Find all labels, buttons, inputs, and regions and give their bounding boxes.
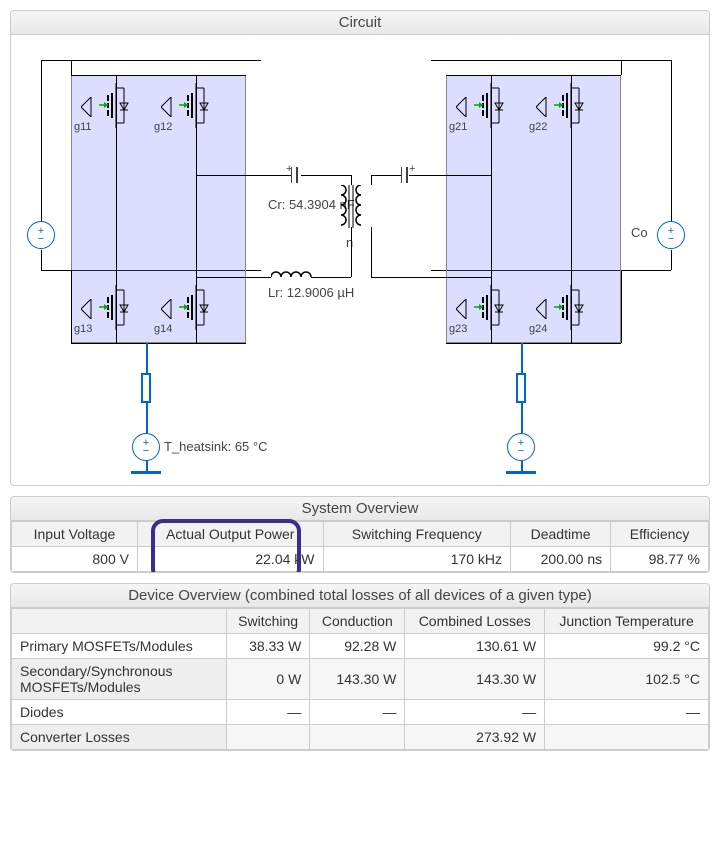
gate-label-g21: g21 bbox=[449, 121, 467, 133]
heatsink-source-right: +− bbox=[507, 433, 535, 461]
system-value-output-power: 22.04 kW bbox=[137, 547, 323, 572]
dc-source-left: +− bbox=[27, 221, 55, 249]
system-overview-panel: System Overview Input Voltage Actual Out… bbox=[10, 496, 710, 573]
system-header-output-power: Actual Output Power bbox=[137, 522, 323, 547]
gate-label-g24: g24 bbox=[529, 323, 547, 335]
device-row-converter-junction bbox=[545, 725, 709, 750]
device-row-primary-label: Primary MOSFETs/Modules bbox=[12, 634, 227, 659]
gate-label-g23: g23 bbox=[449, 323, 467, 335]
mosfet-g23 bbox=[471, 285, 516, 330]
device-row-diodes-junction: — bbox=[545, 700, 709, 725]
device-row-secondary-label: Secondary/Synchronous MOSFETs/Modules bbox=[12, 659, 227, 700]
transformer-icon bbox=[336, 185, 366, 230]
device-overview-panel: Device Overview (combined total losses o… bbox=[10, 583, 710, 751]
heatsink-temp-label: T_heatsink: 65 °C bbox=[164, 439, 267, 454]
mosfet-g12 bbox=[176, 83, 221, 128]
device-row-secondary-junction: 102.5 °C bbox=[545, 659, 709, 700]
device-row-diodes-switching: — bbox=[227, 700, 310, 725]
gate-label-g13: g13 bbox=[74, 323, 92, 335]
system-header-input-voltage: Input Voltage bbox=[12, 522, 138, 547]
device-row-diodes-label: Diodes bbox=[12, 700, 227, 725]
gate-driver-icon bbox=[161, 299, 173, 319]
gate-driver-icon bbox=[81, 299, 93, 319]
gate-driver-icon bbox=[536, 97, 548, 117]
device-row-converter-switching bbox=[227, 725, 310, 750]
gate-label-g12: g12 bbox=[154, 121, 172, 133]
device-row-diodes-conduction: — bbox=[310, 700, 405, 725]
output-cap-label: Co bbox=[631, 225, 648, 240]
system-header-efficiency: Efficiency bbox=[611, 522, 709, 547]
device-header-combined: Combined Losses bbox=[405, 609, 545, 634]
device-header-switching: Switching bbox=[227, 609, 310, 634]
thermal-resistor-right bbox=[516, 373, 526, 403]
gate-label-g11: g11 bbox=[74, 121, 92, 133]
device-row-secondary-combined: 143.30 W bbox=[405, 659, 545, 700]
system-header-switching-freq: Switching Frequency bbox=[323, 522, 510, 547]
gate-driver-icon bbox=[536, 299, 548, 319]
system-value-switching-freq: 170 kHz bbox=[323, 547, 510, 572]
inductor-label-lr: Lr: 12.9006 µH bbox=[268, 285, 354, 300]
mosfet-g14 bbox=[176, 285, 221, 330]
system-value-deadtime: 200.00 ns bbox=[510, 547, 610, 572]
device-row-converter-combined: 273.92 W bbox=[405, 725, 545, 750]
system-header-deadtime: Deadtime bbox=[510, 522, 610, 547]
mosfet-g24 bbox=[551, 285, 596, 330]
inductor-lr bbox=[271, 269, 316, 283]
thermal-resistor-left bbox=[141, 373, 151, 403]
circuit-panel: Circuit +− +− Co bbox=[10, 10, 710, 486]
mosfet-g11 bbox=[96, 83, 141, 128]
device-row-converter-label: Converter Losses bbox=[12, 725, 227, 750]
system-overview-title: System Overview bbox=[11, 497, 709, 521]
device-row-secondary-switching: 0 W bbox=[227, 659, 310, 700]
device-row-diodes-combined: — bbox=[405, 700, 545, 725]
system-value-input-voltage: 800 V bbox=[12, 547, 138, 572]
device-row-primary-switching: 38.33 W bbox=[227, 634, 310, 659]
device-row-primary-junction: 99.2 °C bbox=[545, 634, 709, 659]
gate-driver-icon bbox=[456, 299, 468, 319]
mosfet-g21 bbox=[471, 83, 516, 128]
device-header-junction: Junction Temperature bbox=[545, 609, 709, 634]
device-row-primary-conduction: 92.28 W bbox=[310, 634, 405, 659]
dc-source-right: +− bbox=[657, 221, 685, 249]
device-row-primary-combined: 130.61 W bbox=[405, 634, 545, 659]
system-value-efficiency: 98.77 % bbox=[611, 547, 709, 572]
circuit-panel-title: Circuit bbox=[11, 11, 709, 35]
device-overview-table: Switching Conduction Combined Losses Jun… bbox=[11, 608, 709, 750]
device-header-blank bbox=[12, 609, 227, 634]
transformer-ratio-label: n bbox=[346, 235, 353, 250]
circuit-diagram: +− +− Co bbox=[11, 35, 709, 485]
gate-label-g14: g14 bbox=[154, 323, 172, 335]
mosfet-g13 bbox=[96, 285, 141, 330]
mosfet-g22 bbox=[551, 83, 596, 128]
gate-label-g22: g22 bbox=[529, 121, 547, 133]
device-header-conduction: Conduction bbox=[310, 609, 405, 634]
device-row-converter-conduction bbox=[310, 725, 405, 750]
gate-driver-icon bbox=[161, 97, 173, 117]
device-row-secondary-conduction: 143.30 W bbox=[310, 659, 405, 700]
system-overview-table: Input Voltage Actual Output Power Switch… bbox=[11, 521, 709, 572]
gate-driver-icon bbox=[81, 97, 93, 117]
device-overview-title: Device Overview (combined total losses o… bbox=[11, 584, 709, 608]
gate-driver-icon bbox=[456, 97, 468, 117]
heatsink-source-left: +− bbox=[132, 433, 160, 461]
capacitor-cr bbox=[291, 167, 301, 183]
